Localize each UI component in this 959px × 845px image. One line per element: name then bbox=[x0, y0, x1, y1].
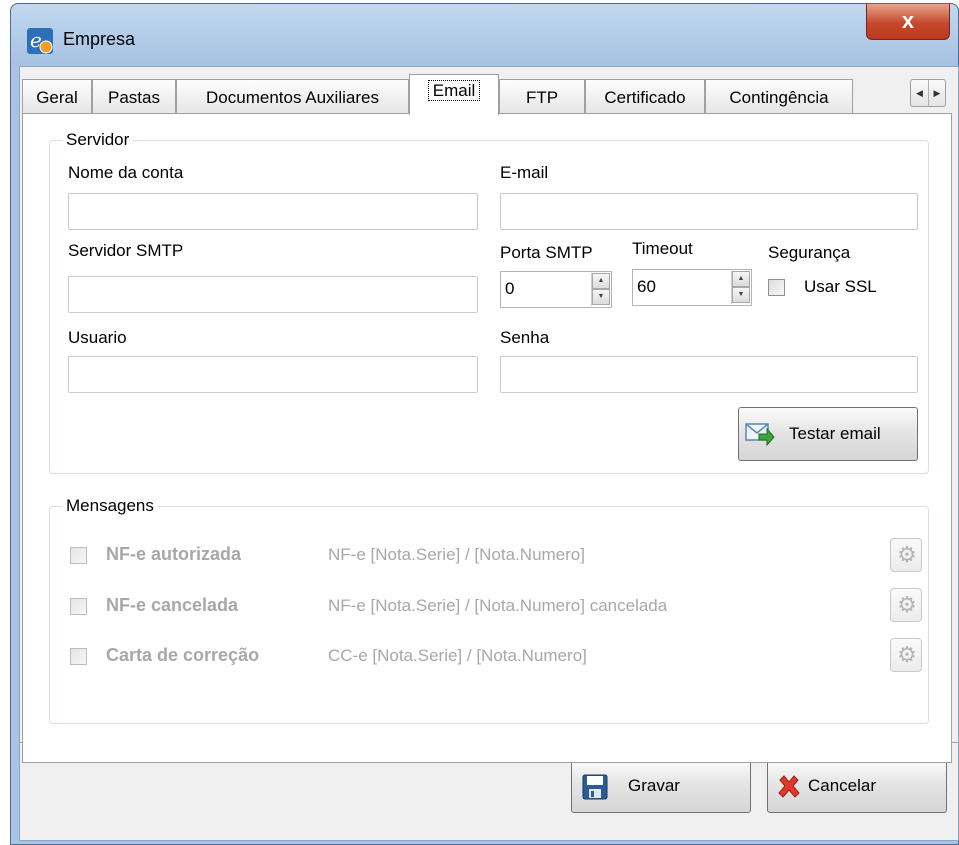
floppy-disk-icon bbox=[582, 774, 608, 800]
tab-documentos-auxiliares[interactable]: Documentos Auxiliares bbox=[176, 79, 409, 113]
senha-field[interactable] bbox=[500, 356, 918, 393]
gear-icon: ⚙ bbox=[897, 592, 917, 617]
usuario-field[interactable] bbox=[68, 356, 478, 393]
timeout-value: 60 bbox=[637, 277, 656, 296]
timeout-label: Timeout bbox=[632, 239, 693, 258]
close-button[interactable]: x bbox=[866, 4, 950, 40]
tab-email-label: Email bbox=[427, 80, 481, 101]
window: e Empresa x Geral Pastas Documentos Auxi… bbox=[10, 3, 959, 845]
tab-pastas[interactable]: Pastas bbox=[92, 79, 176, 113]
carta-correcao-checkbox[interactable] bbox=[70, 648, 87, 665]
porta-smtp-stepper[interactable]: 0 ▲ ▼ bbox=[500, 271, 612, 308]
window-title: Empresa bbox=[63, 29, 136, 49]
email-label: E-mail bbox=[500, 163, 549, 182]
servidor-smtp-label: Servidor SMTP bbox=[68, 241, 184, 260]
carta-correcao-settings-button[interactable]: ⚙ bbox=[890, 638, 922, 672]
nfe-autorizada-subject: NF-e [Nota.Serie] / [Nota.Numero] bbox=[328, 545, 585, 564]
cancelar-label: Cancelar bbox=[808, 776, 877, 795]
porta-smtp-label: Porta SMTP bbox=[500, 243, 593, 262]
timeout-stepper[interactable]: 60 ▲ ▼ bbox=[632, 269, 752, 306]
red-x-icon bbox=[778, 775, 800, 798]
carta-correcao-label: Carta de correção bbox=[106, 645, 260, 665]
client-area: Geral Pastas Documentos Auxiliares Email… bbox=[19, 66, 959, 841]
servidor-group-title: Servidor bbox=[62, 130, 134, 150]
gravar-button[interactable]: Gravar bbox=[571, 759, 751, 813]
spin-down-icon[interactable]: ▼ bbox=[732, 287, 750, 303]
spin-up-icon[interactable]: ▲ bbox=[732, 271, 750, 287]
cancelar-button[interactable]: Cancelar bbox=[767, 759, 947, 813]
nfe-autorizada-checkbox[interactable] bbox=[70, 547, 87, 564]
nome-conta-field[interactable] bbox=[68, 193, 478, 230]
timeout-spin[interactable]: ▲ ▼ bbox=[731, 271, 750, 304]
porta-smtp-spin[interactable]: ▲ ▼ bbox=[591, 273, 610, 306]
senha-label: Senha bbox=[500, 328, 550, 347]
gear-icon: ⚙ bbox=[897, 642, 917, 667]
envelope-arrow-icon bbox=[745, 423, 775, 446]
mensagens-group: Mensagens NF-e autorizada NF-e [Nota.Ser… bbox=[49, 496, 929, 724]
usar-ssl-checkbox[interactable] bbox=[768, 279, 785, 296]
tab-scroll-right-icon[interactable]: ▶ bbox=[928, 80, 945, 106]
carta-correcao-subject: CC-e [Nota.Serie] / [Nota.Numero] bbox=[328, 646, 587, 665]
tab-scroll-left-icon[interactable]: ◀ bbox=[911, 80, 928, 106]
servidor-group: Servidor Nome da conta E-mail Servidor S… bbox=[49, 130, 929, 474]
usuario-label: Usuario bbox=[68, 328, 127, 347]
app-logo-icon: e bbox=[27, 28, 53, 54]
gravar-label: Gravar bbox=[628, 776, 680, 795]
usar-ssl-label: Usar SSL bbox=[804, 277, 877, 296]
testar-email-label: Testar email bbox=[789, 424, 881, 443]
tab-geral[interactable]: Geral bbox=[22, 79, 92, 113]
nfe-cancelada-settings-button[interactable]: ⚙ bbox=[890, 588, 922, 622]
nfe-cancelada-checkbox[interactable] bbox=[70, 598, 87, 615]
spin-down-icon[interactable]: ▼ bbox=[592, 289, 610, 305]
tab-certificado[interactable]: Certificado bbox=[585, 79, 705, 113]
tab-contingencia[interactable]: Contingência bbox=[705, 79, 853, 113]
mensagens-group-title: Mensagens bbox=[62, 496, 158, 516]
title-bar: e Empresa x bbox=[11, 4, 958, 66]
porta-smtp-value: 0 bbox=[505, 279, 515, 298]
nfe-cancelada-label: NF-e cancelada bbox=[106, 595, 239, 615]
tab-ftp[interactable]: FTP bbox=[499, 79, 585, 113]
nome-conta-label: Nome da conta bbox=[68, 163, 184, 182]
email-tab-page: Servidor Nome da conta E-mail Servidor S… bbox=[22, 113, 952, 763]
email-field[interactable] bbox=[500, 193, 918, 230]
nfe-cancelada-subject: NF-e [Nota.Serie] / [Nota.Numero] cancel… bbox=[328, 596, 668, 615]
tab-strip: Geral Pastas Documentos Auxiliares Email… bbox=[20, 67, 959, 115]
tab-email[interactable]: Email bbox=[409, 74, 499, 115]
nfe-autorizada-settings-button[interactable]: ⚙ bbox=[890, 538, 922, 572]
spin-up-icon[interactable]: ▲ bbox=[592, 273, 610, 289]
nfe-autorizada-label: NF-e autorizada bbox=[106, 544, 242, 564]
tab-scroll-buttons: ◀ ▶ bbox=[910, 79, 946, 107]
gear-icon: ⚙ bbox=[897, 542, 917, 567]
testar-email-button[interactable]: Testar email bbox=[738, 407, 918, 461]
seguranca-label: Segurança bbox=[768, 243, 851, 262]
servidor-smtp-field[interactable] bbox=[68, 276, 478, 313]
